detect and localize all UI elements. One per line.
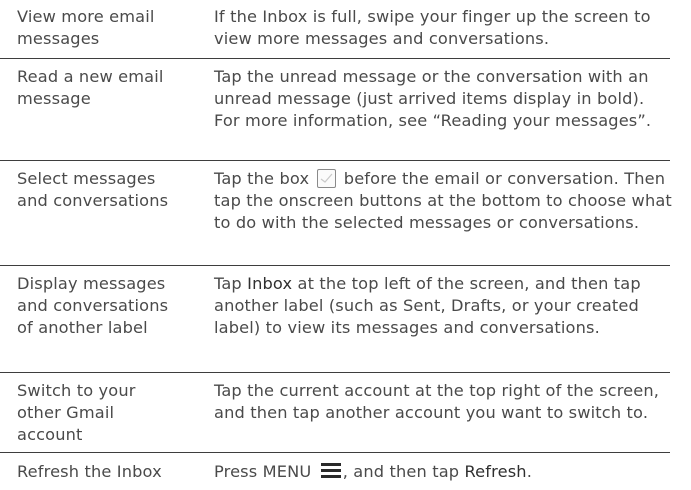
action-cell: View more email messages: [17, 7, 155, 48]
description-text-end: .: [526, 462, 532, 481]
action-cell: Display messages and conversations of an…: [17, 274, 169, 337]
checkbox-icon: [317, 169, 337, 188]
description-text-before: Tap the box: [214, 169, 310, 188]
row-divider: [0, 265, 670, 266]
description-cell: Tap the box before the email or conversa…: [214, 168, 674, 234]
action-cell: Read a new email message: [17, 67, 164, 108]
row-divider: [0, 58, 670, 59]
menu-icon: [320, 463, 341, 479]
description-cell: If the Inbox is full, swipe your finger …: [214, 7, 651, 48]
description-cell: Tap the unread message or the conversati…: [214, 67, 652, 130]
description-cell: Tap Inbox at the top left of the screen,…: [214, 273, 674, 339]
refresh-keyword: Refresh: [464, 462, 527, 481]
description-cell: Tap the current account at the top right…: [214, 381, 660, 422]
description-text-middle: , and then tap: [342, 462, 465, 481]
description-cell: Press MENU , and then tap Refresh.: [214, 461, 674, 483]
action-cell: Refresh the Inbox: [17, 462, 162, 481]
row-divider: [0, 160, 670, 161]
description-text-before: Tap: [214, 274, 248, 293]
action-cell: Switch to your other Gmail account: [17, 381, 136, 444]
inbox-keyword: Inbox: [247, 274, 293, 293]
action-cell: Select messages and conversations: [17, 169, 169, 210]
description-text-before: Press MENU: [214, 462, 312, 481]
row-divider: [0, 452, 670, 453]
row-divider: [0, 372, 670, 373]
